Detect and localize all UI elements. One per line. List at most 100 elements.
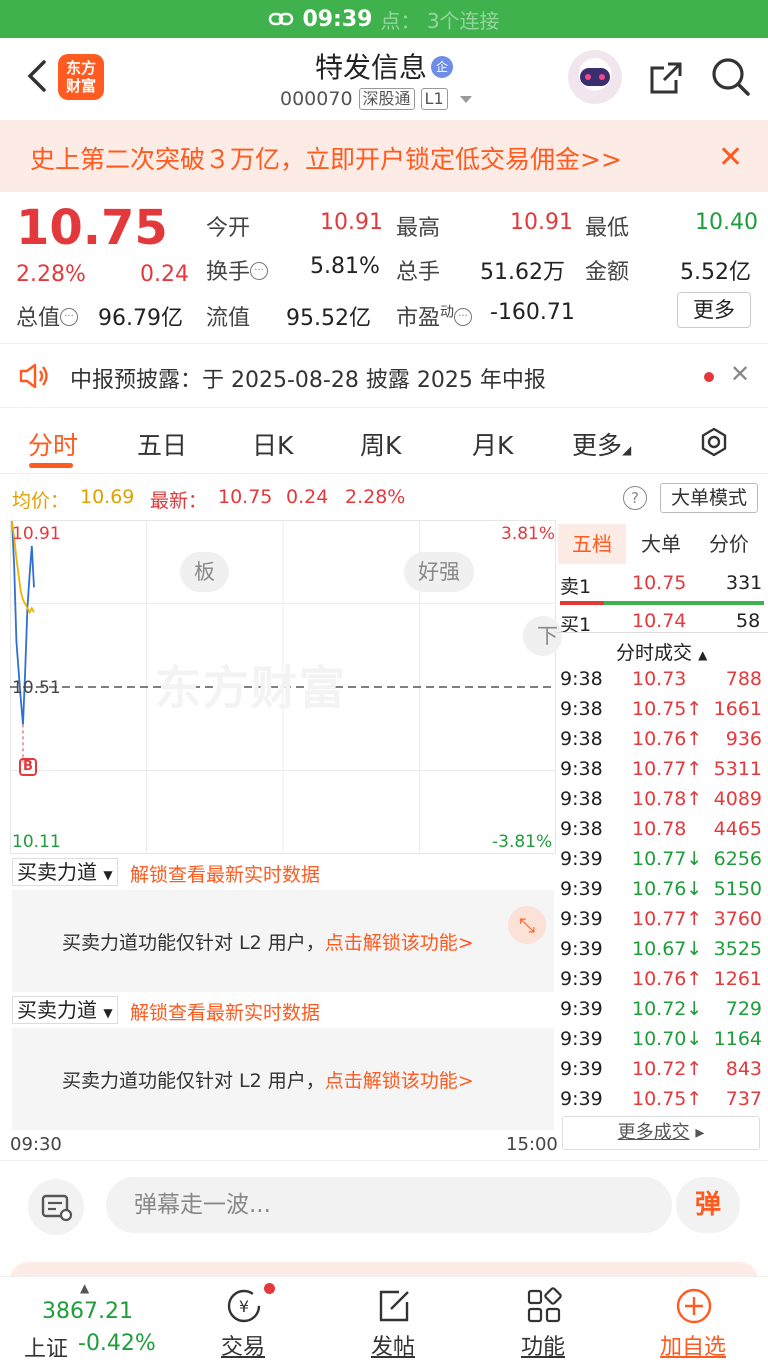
index-value: 3867.21 [42, 1299, 133, 1324]
trade-time: 9:39 [560, 1088, 603, 1110]
trade-time: 9:39 [560, 878, 603, 900]
nav-trade[interactable]: ¥ 交易 [168, 1277, 318, 1367]
trade-price: 10.75↑ [632, 698, 703, 720]
notice-text[interactable]: 中报预披露：于 2025-08-28 披露 2025 年中报 [70, 362, 546, 394]
trade-time: 9:38 [560, 818, 603, 840]
sgt-tag: 深股通 [358, 88, 415, 110]
danmaku-send-button[interactable]: 弹 [676, 1177, 740, 1233]
notification-dot [264, 1283, 275, 1294]
nav-functions-label: 功能 [520, 1335, 565, 1360]
search-icon[interactable] [710, 56, 752, 98]
tab-more[interactable]: 更多◢ [572, 426, 631, 462]
tab-five-day[interactable]: 五日 [137, 426, 187, 462]
trade-row: 9:39 10.72↑ 843 [556, 1058, 768, 1088]
info-icon[interactable]: ··· [60, 308, 79, 326]
more-button[interactable]: 更多 [677, 292, 751, 328]
level-tag: L1 [420, 88, 448, 110]
chart-lines [11, 520, 35, 762]
info-icon[interactable]: ··· [454, 308, 473, 326]
tab-intraday[interactable]: 分时 [28, 426, 78, 462]
trade-volume: 843 [725, 1058, 762, 1080]
trade-volume: 4465 [713, 818, 762, 840]
nav-post[interactable]: 发帖 [318, 1277, 468, 1367]
help-icon[interactable]: ? [623, 486, 647, 510]
expand-icon[interactable]: ⤡ [508, 906, 546, 944]
trade-price: 10.78↑ [632, 788, 703, 810]
assistant-avatar[interactable] [568, 50, 622, 104]
trade-row: 9:38 10.73 788 [556, 668, 768, 698]
book-tab-large-order[interactable]: 大单 [628, 524, 694, 564]
promo-banner[interactable]: 史上第二次突破３万亿，立即开户锁定低交易佣金>> ✕ [0, 120, 768, 192]
index-ticker[interactable]: ▲ 3867.21 上证 -0.42% [10, 1277, 170, 1367]
buy-marker[interactable]: B [19, 758, 37, 776]
pct-axis-bottom: -3.81% [492, 832, 553, 852]
trade-row: 9:38 10.76↑ 936 [556, 728, 768, 758]
book-tab-price[interactable]: 分价 [696, 524, 762, 564]
change-value: 0.24 [140, 262, 189, 287]
strength-panel-2[interactable]: 买卖力道功能仅针对 L2 用户，点击解锁该功能> [12, 1028, 554, 1130]
unlock-link[interactable]: 点击解锁该功能> [325, 1070, 474, 1092]
settings-comment-icon[interactable] [28, 1179, 84, 1235]
book-tab-five-level[interactable]: 五档 [558, 524, 626, 564]
float-value: 95.52亿 [286, 306, 371, 331]
comment-bar: 弹幕走一波... 弹 [0, 1160, 768, 1248]
tab-weekly-k[interactable]: 周K [360, 426, 401, 462]
ask-label: 卖1 [560, 576, 592, 598]
stock-subtitle[interactable]: 000070 深股通 L1 [280, 88, 472, 110]
close-icon[interactable]: ✕ [730, 360, 750, 388]
strength-select[interactable]: 买卖力道 ▼ [12, 996, 118, 1024]
notice-bar[interactable]: 中报预披露：于 2025-08-28 披露 2025 年中报 ✕ [0, 344, 768, 408]
low-label: 最低 [585, 216, 630, 241]
large-order-mode-button[interactable]: 大单模式 [660, 483, 758, 513]
float-label: 流值 [206, 306, 251, 331]
info-icon[interactable]: ··· [250, 262, 269, 280]
order-book: 五档 大单 分价 卖1 10.75 331 买1 10.74 58 分时成交 ▲… [556, 520, 768, 1160]
danmaku-input[interactable]: 弹幕走一波... [106, 1177, 672, 1233]
trade-volume: 788 [725, 668, 762, 690]
more-trades-button[interactable]: 更多成交 ▸ [562, 1116, 760, 1150]
share-icon[interactable] [646, 58, 686, 98]
strength-select[interactable]: 买卖力道 ▼ [12, 858, 118, 886]
tab-monthly-k[interactable]: 月K [472, 426, 513, 462]
promo-text[interactable]: 史上第二次突破３万亿，立即开户锁定低交易佣金>> [30, 140, 622, 176]
strength-panel-1[interactable]: 买卖力道功能仅针对 L2 用户，点击解锁该功能> ⤡ [12, 890, 554, 992]
period-tabs: 分时 五日 日K 周K 月K 更多◢ [0, 408, 768, 474]
volume-value: 51.62万 [480, 260, 565, 285]
status-hint: 点： 3个连接 [380, 8, 500, 33]
price-line: 均价： 10.69 最新： 10.75 0.24 2.28% ? 大单模式 [0, 480, 768, 516]
intraday-chart[interactable]: 东方财富 板 好强 下 10.91 10.51 10.11 3.81% -3.8… [10, 520, 562, 854]
close-icon[interactable]: ✕ [718, 140, 743, 175]
l2-message: 买卖力道功能仅针对 L2 用户，点击解锁该功能> [62, 1070, 474, 1092]
trade-row: 9:39 10.77↑ 3760 [556, 908, 768, 938]
nav-functions[interactable]: 功能 [468, 1277, 618, 1367]
trade-time: 9:39 [560, 1058, 603, 1080]
unlock-link[interactable]: 解锁查看最新实时数据 [130, 998, 320, 1025]
mktcap-value: 96.79亿 [98, 306, 183, 331]
quote-panel: 10.75 2.28% 0.24 总值 ··· 96.79亿 今开 10.91 换… [0, 192, 768, 344]
trade-time: 9:38 [560, 698, 603, 720]
trade-time: 9:38 [560, 728, 603, 750]
unlock-link[interactable]: 点击解锁该功能> [325, 932, 474, 954]
trade-row: 9:39 10.76↓ 5150 [556, 878, 768, 908]
trade-price: 10.67↓ [632, 938, 703, 960]
label-pill-strong[interactable]: 好强 [404, 552, 474, 592]
tab-daily-k[interactable]: 日K [252, 426, 293, 462]
trade-price: 10.76↑ [632, 728, 703, 750]
trade-price: 10.76↓ [632, 878, 703, 900]
speaker-icon [19, 363, 48, 389]
bid-price: 10.74 [632, 610, 687, 632]
turnover-value: 5.81% [310, 254, 380, 279]
unlock-link[interactable]: 解锁查看最新实时数据 [130, 860, 320, 887]
stock-code: 000070 [280, 88, 353, 110]
gear-icon[interactable] [698, 426, 730, 458]
amount-label: 金额 [585, 260, 630, 285]
ask-row: 卖1 10.75 331 [556, 572, 768, 602]
ask-price: 10.75 [632, 572, 687, 594]
trade-time: 9:39 [560, 848, 603, 870]
change-pct: 2.28% [16, 262, 86, 287]
trade-volume: 1261 [713, 968, 762, 990]
index-name: 上证 [24, 1337, 69, 1362]
label-pill-board[interactable]: 板 [180, 552, 229, 592]
nav-add-watchlist[interactable]: 加自选 [618, 1277, 768, 1367]
trades-title[interactable]: 分时成交 ▲ [616, 638, 707, 665]
